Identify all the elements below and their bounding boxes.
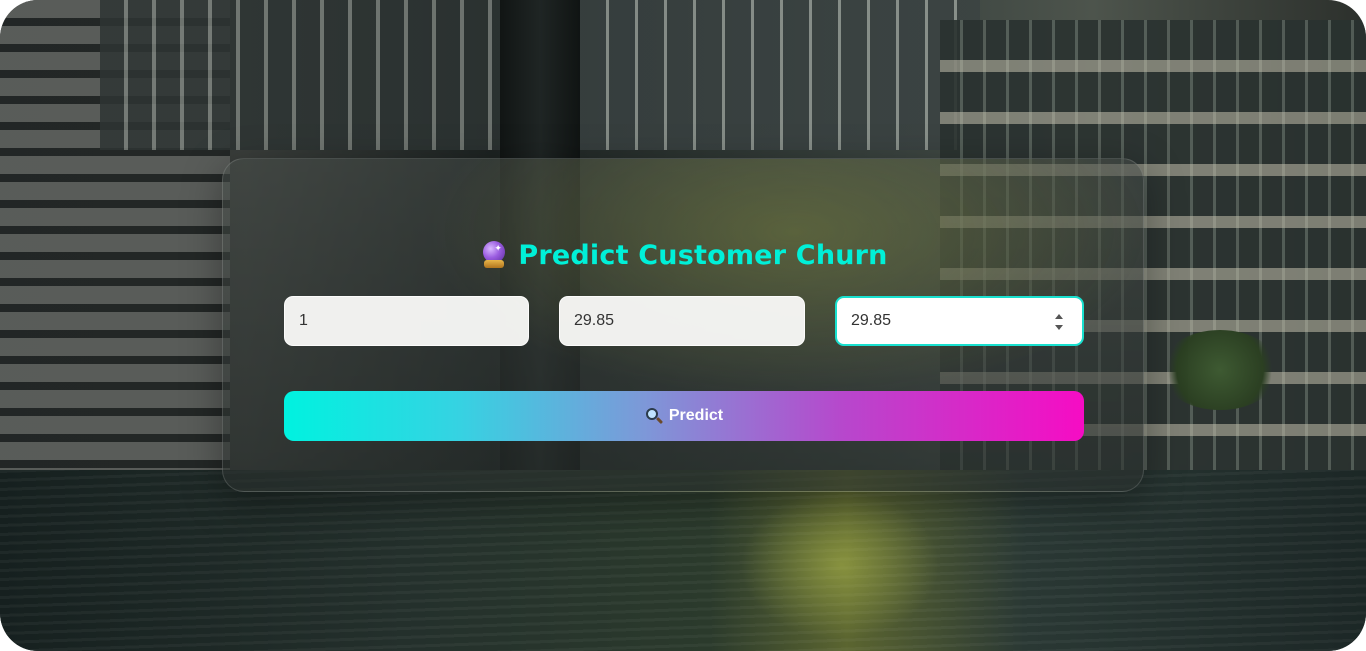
back-building-left — [100, 0, 500, 150]
predict-button[interactable]: Predict — [284, 391, 1084, 441]
prediction-card: ✦ Predict Customer Churn 1 29.85 29.85 P… — [222, 158, 1144, 492]
monthly-charges-input[interactable]: 29.85 — [559, 296, 805, 346]
page-title: Predict Customer Churn — [518, 239, 888, 271]
predict-button-label: Predict — [668, 407, 724, 424]
monthly-charges-input-value: 29.85 — [574, 312, 615, 329]
trees — [1160, 330, 1280, 410]
crystal-ball-icon: ✦ — [480, 241, 508, 269]
card-header: ✦ Predict Customer Churn — [223, 235, 1145, 275]
back-building-middle — [580, 0, 980, 150]
background-photo: ✦ Predict Customer Churn 1 29.85 29.85 P… — [0, 0, 1366, 651]
tenure-input-value: 1 — [299, 312, 308, 329]
tenure-input[interactable]: 1 — [284, 296, 529, 346]
water-surface — [0, 470, 1366, 651]
spinner-up-icon[interactable] — [1055, 314, 1063, 319]
total-charges-input-value: 29.85 — [851, 312, 892, 329]
spinner-down-icon[interactable] — [1055, 325, 1063, 330]
total-charges-input[interactable]: 29.85 — [835, 296, 1084, 346]
water-reflection — [740, 490, 940, 640]
number-spinner[interactable] — [1054, 314, 1064, 330]
magnifier-icon — [645, 407, 663, 425]
